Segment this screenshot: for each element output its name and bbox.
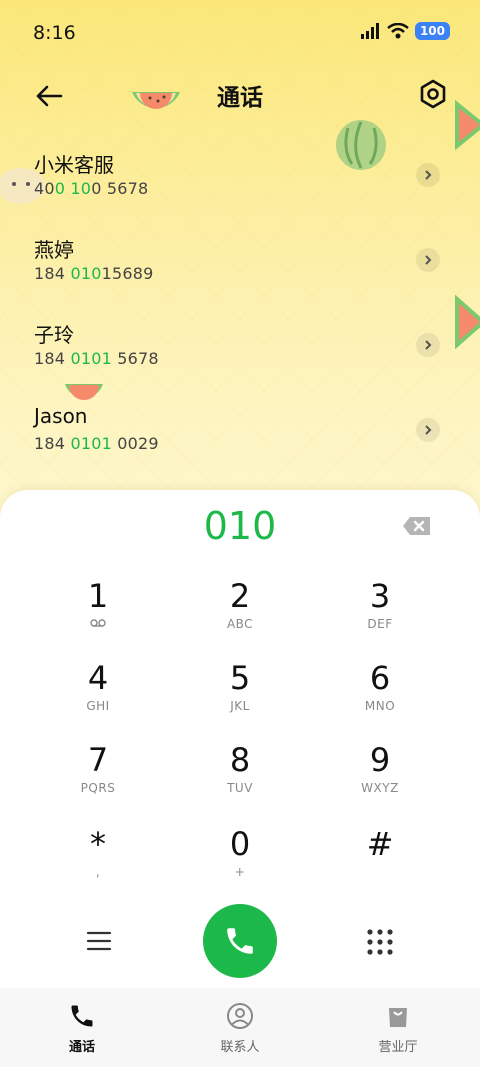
chevron-right-icon[interactable] <box>416 163 440 187</box>
key-hash[interactable]: # <box>310 824 450 894</box>
chevron-right-icon[interactable] <box>416 248 440 272</box>
key-9[interactable]: 9 WXYZ <box>310 740 450 810</box>
nav-store[interactable]: 营业厅 <box>348 1002 448 1055</box>
contact-name: 子玲 <box>34 323 74 347</box>
contact-name: 燕婷 <box>34 238 74 262</box>
status-time: 8:16 <box>33 22 76 44</box>
battery-indicator: 100 <box>414 22 450 40</box>
key-3[interactable]: 3 DEF <box>310 576 450 646</box>
list-item[interactable]: 子玲 184 0101 5678 <box>0 313 480 398</box>
phone-icon <box>227 928 253 954</box>
list-item[interactable]: 小米客服 400 100 5678 <box>0 143 480 228</box>
contact-name: Jason <box>34 404 88 428</box>
key-6[interactable]: 6 MNO <box>310 658 450 728</box>
status-bar: 8:16 100 <box>0 0 480 66</box>
signal-icon <box>360 23 379 39</box>
key-2[interactable]: 2 ABC <box>170 576 310 646</box>
key-0[interactable]: 0 + <box>170 824 310 894</box>
backspace-icon[interactable] <box>402 516 432 536</box>
chevron-right-icon[interactable] <box>416 333 440 357</box>
dialpad-sheet: 010 1 2 ABC 3 DEF 4 GHI 5 JKL 6 MNO 7 PQ… <box>0 490 480 1067</box>
key-7[interactable]: 7 PQRS <box>28 740 168 810</box>
settings-hexagon-icon[interactable] <box>419 78 447 110</box>
voicemail-icon <box>28 616 168 632</box>
dialpad-grid-icon[interactable] <box>366 928 394 956</box>
contact-name: 小米客服 <box>34 153 114 177</box>
chevron-right-icon[interactable] <box>416 418 440 442</box>
store-bag-icon <box>389 1008 407 1027</box>
menu-icon[interactable] <box>86 928 112 954</box>
phone-icon <box>71 1005 93 1027</box>
list-item[interactable]: 燕婷 184 01015689 <box>0 228 480 313</box>
call-button[interactable] <box>203 904 277 978</box>
key-8[interactable]: 8 TUV <box>170 740 310 810</box>
nav-contacts[interactable]: 联系人 <box>190 1002 290 1055</box>
wifi-icon <box>387 23 409 39</box>
key-1[interactable]: 1 <box>28 576 168 646</box>
page-title: 通话 <box>217 85 263 111</box>
key-5[interactable]: 5 JKL <box>170 658 310 728</box>
header: 通话 <box>0 70 480 120</box>
contacts-icon <box>227 1003 253 1029</box>
key-star[interactable]: * , <box>28 824 168 894</box>
nav-calls[interactable]: 通话 <box>32 1002 132 1055</box>
list-item[interactable]: Jason 184 0101 0029 <box>0 398 480 483</box>
bottom-nav: 通话 联系人 营业厅 <box>0 988 480 1067</box>
contact-number: 184 01015689 <box>34 264 154 283</box>
key-4[interactable]: 4 GHI <box>28 658 168 728</box>
contact-number: 400 100 5678 <box>34 179 149 198</box>
contact-number: 184 0101 0029 <box>34 434 159 453</box>
call-list: 小米客服 400 100 5678 燕婷 184 01015689 子玲 184… <box>0 143 480 483</box>
contact-number: 184 0101 5678 <box>34 349 159 368</box>
dialer-actions <box>0 904 480 980</box>
